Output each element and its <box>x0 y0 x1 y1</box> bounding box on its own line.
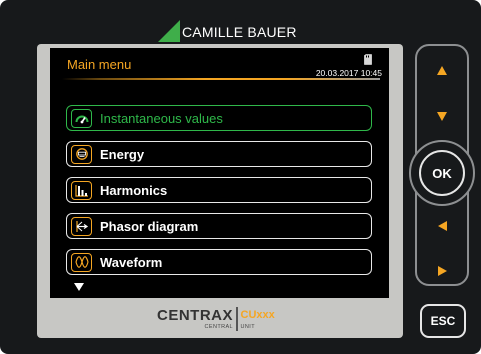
right-button[interactable] <box>430 259 454 283</box>
harmonics-bars-icon <box>71 180 92 200</box>
down-button[interactable] <box>430 104 454 128</box>
logo-model-text: CUxxx <box>240 309 275 321</box>
up-button[interactable] <box>430 58 454 82</box>
header-divider <box>62 78 380 80</box>
menu-item-energy[interactable]: Energy <box>66 141 372 167</box>
page-title: Main menu <box>67 57 132 72</box>
left-arrow-icon <box>437 221 447 231</box>
energy-meter-icon <box>71 144 92 164</box>
logo-sub-left: CENTRAL <box>204 324 234 330</box>
centrax-logo: CENTRAX CENTRAL CUxxx UNIT <box>157 307 275 333</box>
datetime-display: 20.03.2017 10:45 <box>315 68 382 78</box>
menu-item-label: Harmonics <box>100 182 168 198</box>
logo-main-text: CENTRAX <box>157 307 234 324</box>
menu-item-label: Waveform <box>100 254 163 270</box>
down-arrow-icon <box>437 111 447 121</box>
logo-left-block: CENTRAX CENTRAL <box>157 307 233 331</box>
up-arrow-icon <box>437 65 447 75</box>
phasor-icon <box>71 216 92 236</box>
device-frame: CAMILLE BAUER Main menu 20.03.2017 10:45… <box>0 0 481 354</box>
right-arrow-icon <box>437 266 447 276</box>
display-screen: Main menu 20.03.2017 10:45 Instantaneous… <box>50 48 389 298</box>
esc-button[interactable]: ESC <box>420 304 466 338</box>
logo-separator <box>236 307 238 331</box>
brand-logo: CAMILLE BAUER <box>158 16 297 42</box>
scroll-down-indicator-icon[interactable] <box>74 283 84 291</box>
logo-right-block: CUxxx UNIT <box>241 307 275 331</box>
menu-item-phasor-diagram[interactable]: Phasor diagram <box>66 213 372 239</box>
brand-triangle-icon <box>158 20 180 42</box>
menu-item-waveform[interactable]: Waveform <box>66 249 372 275</box>
waveform-icon <box>71 252 92 272</box>
menu-item-label: Phasor diagram <box>100 218 199 234</box>
ok-button[interactable]: OK <box>419 150 465 196</box>
menu-item-label: Energy <box>100 146 145 162</box>
menu-item-instantaneous-values[interactable]: Instantaneous values <box>66 105 372 131</box>
sd-card-icon <box>364 54 372 65</box>
left-button[interactable] <box>430 214 454 238</box>
menu-item-label: Instantaneous values <box>100 110 223 126</box>
brand-name: CAMILLE BAUER <box>182 24 297 40</box>
menu-item-harmonics[interactable]: Harmonics <box>66 177 372 203</box>
gauge-icon <box>71 108 92 128</box>
logo-sub-right: UNIT <box>240 324 255 330</box>
